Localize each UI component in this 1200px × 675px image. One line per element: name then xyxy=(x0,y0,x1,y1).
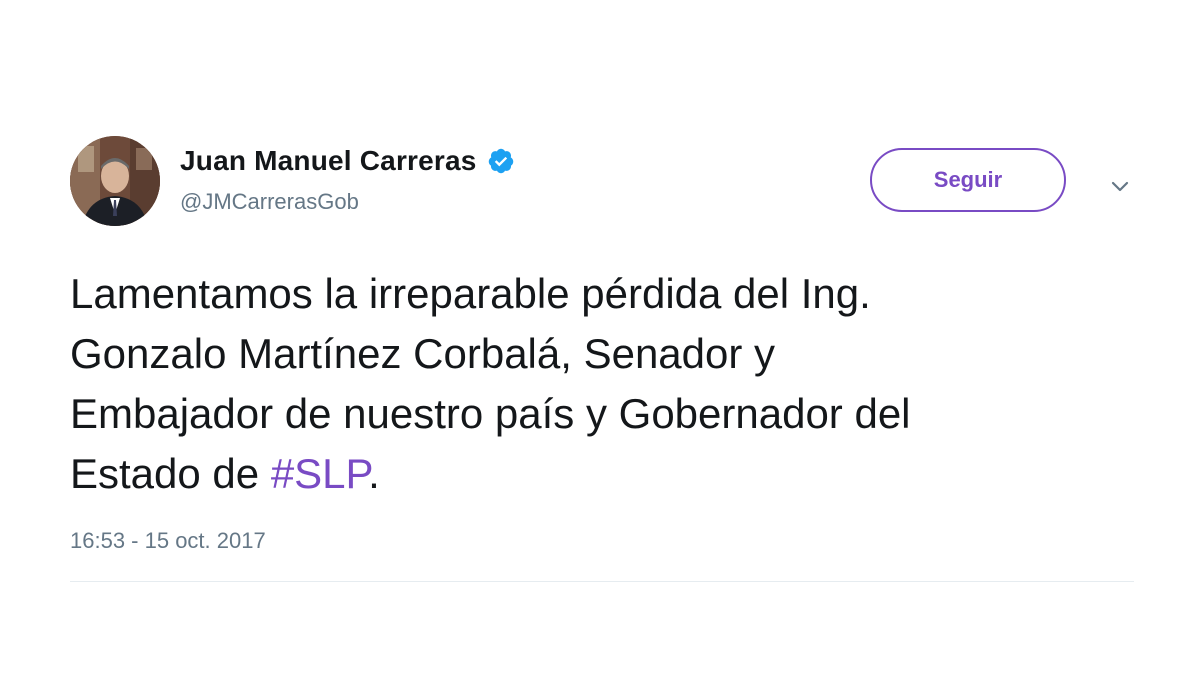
tweet-line: Gonzalo Martínez Corbalá, Senador y xyxy=(70,330,776,377)
hashtag-link[interactable]: #SLP xyxy=(271,450,368,497)
tweet-line: Embajador de nuestro país y Gobernador d… xyxy=(70,390,911,437)
tweet-card: Juan Manuel Carreras @JMCarrerasGob Segu… xyxy=(0,0,1200,675)
divider xyxy=(70,581,1134,582)
follow-button[interactable]: Seguir xyxy=(870,148,1066,212)
tweet-line: Estado de #SLP. xyxy=(70,444,1150,504)
chevron-down-icon[interactable] xyxy=(1106,172,1134,200)
tweet-timestamp[interactable]: 16:53 - 15 oct. 2017 xyxy=(70,528,266,554)
author-header: Juan Manuel Carreras xyxy=(180,143,515,179)
tweet-line-prefix: Estado de xyxy=(70,450,271,497)
tweet-line-suffix: . xyxy=(368,450,380,497)
tweet-text: Lamentamos la irreparable pérdida del In… xyxy=(70,264,1150,504)
verified-badge-icon xyxy=(487,147,515,175)
user-handle[interactable]: @JMCarrerasGob xyxy=(180,189,359,215)
tweet-line: Lamentamos la irreparable pérdida del In… xyxy=(70,270,871,317)
avatar[interactable] xyxy=(70,136,160,226)
display-name[interactable]: Juan Manuel Carreras xyxy=(180,145,477,177)
